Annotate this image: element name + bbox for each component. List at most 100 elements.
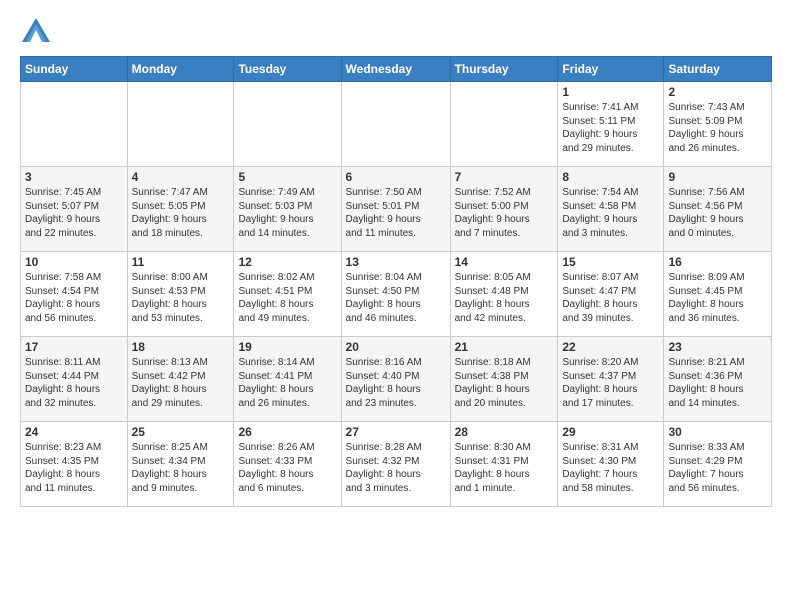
day-cell: 7Sunrise: 7:52 AM Sunset: 5:00 PM Daylig… bbox=[450, 167, 558, 252]
day-number: 2 bbox=[668, 85, 767, 99]
week-row-4: 17 Sunrise: 8:11 AM Sunset: 4:44 PM Dayli… bbox=[21, 337, 772, 422]
day-cell bbox=[234, 82, 341, 167]
day-cell: 6 Sunrise: 7:50 AM Sunset: 5:01 PM Daylig… bbox=[341, 167, 450, 252]
day-number: 23 bbox=[668, 340, 767, 354]
day-cell: 28 Sunrise: 8:30 AM Sunset: 4:31 PM Dayli… bbox=[450, 422, 558, 507]
day-cell: 10 Sunrise: 7:58 AM Sunset: 4:54 PM Dayli… bbox=[21, 252, 128, 337]
weekday-header-monday: Monday bbox=[127, 57, 234, 82]
day-info: Sunrise: 7:41 AM Sunset: 5:11 PM Dayligh… bbox=[562, 101, 659, 155]
day-cell: 21 Sunrise: 8:18 AM Sunset: 4:38 PM Dayli… bbox=[450, 337, 558, 422]
day-number: 28 bbox=[455, 425, 554, 439]
day-number: 4 bbox=[132, 170, 230, 184]
day-number: 8 bbox=[562, 170, 659, 184]
day-cell: 1 Sunrise: 7:41 AM Sunset: 5:11 PM Daylig… bbox=[558, 82, 664, 167]
day-number: 3 bbox=[25, 170, 123, 184]
day-number: 17 bbox=[25, 340, 123, 354]
weekday-header-wednesday: Wednesday bbox=[341, 57, 450, 82]
day-info: Sunrise: 7:54 AM Sunset: 4:58 PM Dayligh… bbox=[562, 186, 659, 240]
day-cell bbox=[127, 82, 234, 167]
day-info: Sunrise: 8:31 AM Sunset: 4:30 PM Dayligh… bbox=[562, 441, 659, 495]
day-cell: 12Sunrise: 8:02 AM Sunset: 4:51 PM Dayli… bbox=[234, 252, 341, 337]
day-number: 20 bbox=[346, 340, 446, 354]
day-info: Sunrise: 8:18 AM Sunset: 4:38 PM Dayligh… bbox=[455, 356, 554, 410]
day-number: 5 bbox=[238, 170, 336, 184]
day-number: 18 bbox=[132, 340, 230, 354]
day-number: 10 bbox=[25, 255, 123, 269]
day-info: Sunrise: 8:30 AM Sunset: 4:31 PM Dayligh… bbox=[455, 441, 554, 495]
day-info: Sunrise: 8:00 AM Sunset: 4:53 PM Dayligh… bbox=[132, 271, 230, 325]
week-row-5: 24Sunrise: 8:23 AM Sunset: 4:35 PM Dayli… bbox=[21, 422, 772, 507]
day-cell: 17 Sunrise: 8:11 AM Sunset: 4:44 PM Dayli… bbox=[21, 337, 128, 422]
day-info: Sunrise: 7:45 AM Sunset: 5:07 PM Dayligh… bbox=[25, 186, 123, 240]
day-info: Sunrise: 8:09 AM Sunset: 4:45 PM Dayligh… bbox=[668, 271, 767, 325]
logo-icon bbox=[20, 16, 52, 44]
page: SundayMondayTuesdayWednesdayThursdayFrid… bbox=[0, 0, 792, 517]
day-cell: 25 Sunrise: 8:25 AM Sunset: 4:34 PM Dayli… bbox=[127, 422, 234, 507]
day-info: Sunrise: 7:49 AM Sunset: 5:03 PM Dayligh… bbox=[238, 186, 336, 240]
day-info: Sunrise: 8:20 AM Sunset: 4:37 PM Dayligh… bbox=[562, 356, 659, 410]
day-info: Sunrise: 8:26 AM Sunset: 4:33 PM Dayligh… bbox=[238, 441, 336, 495]
day-cell: 29 Sunrise: 8:31 AM Sunset: 4:30 PM Dayli… bbox=[558, 422, 664, 507]
day-info: Sunrise: 8:33 AM Sunset: 4:29 PM Dayligh… bbox=[668, 441, 767, 495]
day-number: 21 bbox=[455, 340, 554, 354]
day-number: 1 bbox=[562, 85, 659, 99]
header bbox=[20, 16, 772, 44]
day-number: 14 bbox=[455, 255, 554, 269]
day-cell: 24Sunrise: 8:23 AM Sunset: 4:35 PM Dayli… bbox=[21, 422, 128, 507]
day-number: 25 bbox=[132, 425, 230, 439]
day-info: Sunrise: 8:14 AM Sunset: 4:41 PM Dayligh… bbox=[238, 356, 336, 410]
week-row-3: 10 Sunrise: 7:58 AM Sunset: 4:54 PM Dayli… bbox=[21, 252, 772, 337]
day-number: 22 bbox=[562, 340, 659, 354]
day-number: 19 bbox=[238, 340, 336, 354]
day-number: 13 bbox=[346, 255, 446, 269]
day-cell bbox=[341, 82, 450, 167]
weekday-header-saturday: Saturday bbox=[664, 57, 772, 82]
day-cell: 9 Sunrise: 7:56 AM Sunset: 4:56 PM Daylig… bbox=[664, 167, 772, 252]
day-info: Sunrise: 8:04 AM Sunset: 4:50 PM Dayligh… bbox=[346, 271, 446, 325]
day-info: Sunrise: 7:58 AM Sunset: 4:54 PM Dayligh… bbox=[25, 271, 123, 325]
day-info: Sunrise: 7:43 AM Sunset: 5:09 PM Dayligh… bbox=[668, 101, 767, 155]
day-cell: 19 Sunrise: 8:14 AM Sunset: 4:41 PM Dayli… bbox=[234, 337, 341, 422]
day-cell: 11 Sunrise: 8:00 AM Sunset: 4:53 PM Dayli… bbox=[127, 252, 234, 337]
weekday-header-row: SundayMondayTuesdayWednesdayThursdayFrid… bbox=[21, 57, 772, 82]
day-cell: 22 Sunrise: 8:20 AM Sunset: 4:37 PM Dayli… bbox=[558, 337, 664, 422]
weekday-header-tuesday: Tuesday bbox=[234, 57, 341, 82]
weekday-header-thursday: Thursday bbox=[450, 57, 558, 82]
day-number: 12 bbox=[238, 255, 336, 269]
day-cell: 3 Sunrise: 7:45 AM Sunset: 5:07 PM Daylig… bbox=[21, 167, 128, 252]
day-number: 29 bbox=[562, 425, 659, 439]
day-cell bbox=[450, 82, 558, 167]
day-cell: 27 Sunrise: 8:28 AM Sunset: 4:32 PM Dayli… bbox=[341, 422, 450, 507]
day-cell bbox=[21, 82, 128, 167]
day-info: Sunrise: 7:50 AM Sunset: 5:01 PM Dayligh… bbox=[346, 186, 446, 240]
day-info: Sunrise: 8:05 AM Sunset: 4:48 PM Dayligh… bbox=[455, 271, 554, 325]
day-cell: 2 Sunrise: 7:43 AM Sunset: 5:09 PM Daylig… bbox=[664, 82, 772, 167]
day-number: 30 bbox=[668, 425, 767, 439]
day-cell: 15Sunrise: 8:07 AM Sunset: 4:47 PM Dayli… bbox=[558, 252, 664, 337]
day-info: Sunrise: 8:21 AM Sunset: 4:36 PM Dayligh… bbox=[668, 356, 767, 410]
day-number: 15 bbox=[562, 255, 659, 269]
day-cell: 30 Sunrise: 8:33 AM Sunset: 4:29 PM Dayli… bbox=[664, 422, 772, 507]
day-cell: 16 Sunrise: 8:09 AM Sunset: 4:45 PM Dayli… bbox=[664, 252, 772, 337]
day-number: 9 bbox=[668, 170, 767, 184]
weekday-header-sunday: Sunday bbox=[21, 57, 128, 82]
day-cell: 13 Sunrise: 8:04 AM Sunset: 4:50 PM Dayli… bbox=[341, 252, 450, 337]
day-info: Sunrise: 8:16 AM Sunset: 4:40 PM Dayligh… bbox=[346, 356, 446, 410]
day-number: 11 bbox=[132, 255, 230, 269]
logo bbox=[20, 16, 56, 44]
day-info: Sunrise: 7:47 AM Sunset: 5:05 PM Dayligh… bbox=[132, 186, 230, 240]
day-info: Sunrise: 7:56 AM Sunset: 4:56 PM Dayligh… bbox=[668, 186, 767, 240]
week-row-1: 1 Sunrise: 7:41 AM Sunset: 5:11 PM Daylig… bbox=[21, 82, 772, 167]
day-info: Sunrise: 8:11 AM Sunset: 4:44 PM Dayligh… bbox=[25, 356, 123, 410]
day-cell: 5 Sunrise: 7:49 AM Sunset: 5:03 PM Daylig… bbox=[234, 167, 341, 252]
day-number: 27 bbox=[346, 425, 446, 439]
day-info: Sunrise: 8:25 AM Sunset: 4:34 PM Dayligh… bbox=[132, 441, 230, 495]
day-cell: 23 Sunrise: 8:21 AM Sunset: 4:36 PM Dayli… bbox=[664, 337, 772, 422]
day-info: Sunrise: 8:28 AM Sunset: 4:32 PM Dayligh… bbox=[346, 441, 446, 495]
day-cell: 8 Sunrise: 7:54 AM Sunset: 4:58 PM Daylig… bbox=[558, 167, 664, 252]
day-number: 26 bbox=[238, 425, 336, 439]
day-cell: 20 Sunrise: 8:16 AM Sunset: 4:40 PM Dayli… bbox=[341, 337, 450, 422]
day-number: 6 bbox=[346, 170, 446, 184]
day-number: 16 bbox=[668, 255, 767, 269]
day-info: Sunrise: 8:23 AM Sunset: 4:35 PM Dayligh… bbox=[25, 441, 123, 495]
